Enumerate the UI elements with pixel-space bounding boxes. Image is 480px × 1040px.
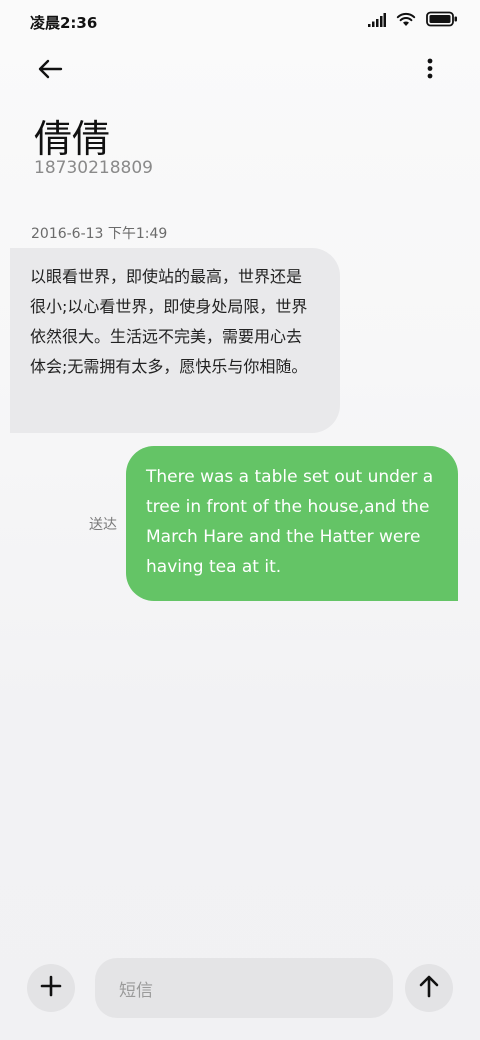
- status-bar: 凌晨2:36: [0, 0, 480, 44]
- send-arrow-icon: [416, 973, 442, 1003]
- contact-name: 倩倩: [34, 117, 111, 161]
- message-input[interactable]: 短信: [95, 958, 393, 1018]
- signal-icon: [368, 12, 386, 31]
- battery-icon: [426, 11, 458, 31]
- message-timestamp: 2016-6-13 下午1:49: [31, 226, 168, 242]
- send-button[interactable]: [405, 964, 453, 1012]
- more-options-button[interactable]: [410, 50, 450, 90]
- add-attachment-button[interactable]: [27, 964, 75, 1012]
- back-button[interactable]: [30, 50, 70, 90]
- more-vertical-icon: [410, 58, 450, 94]
- incoming-message-text: 以眼看世界，即使站的最高，世界还是很小;以心看世界，即使身处局限，世界依然很大。…: [30, 267, 308, 376]
- status-time: 凌晨2:36: [30, 14, 98, 32]
- wifi-icon: [396, 11, 416, 31]
- outgoing-message-text: There was a table set out under a tree i…: [146, 467, 434, 577]
- outgoing-message-bubble[interactable]: There was a table set out under a tree i…: [126, 446, 458, 601]
- contact-number[interactable]: 18730218809: [34, 158, 153, 178]
- message-input-placeholder: 短信: [119, 980, 153, 1001]
- incoming-message-bubble[interactable]: 以眼看世界，即使站的最高，世界还是很小;以心看世界，即使身处局限，世界依然很大。…: [10, 248, 340, 433]
- plus-icon: [39, 974, 63, 1002]
- status-icons: [368, 11, 458, 31]
- back-arrow-icon: [30, 59, 70, 94]
- delivery-status: 送达: [89, 517, 117, 533]
